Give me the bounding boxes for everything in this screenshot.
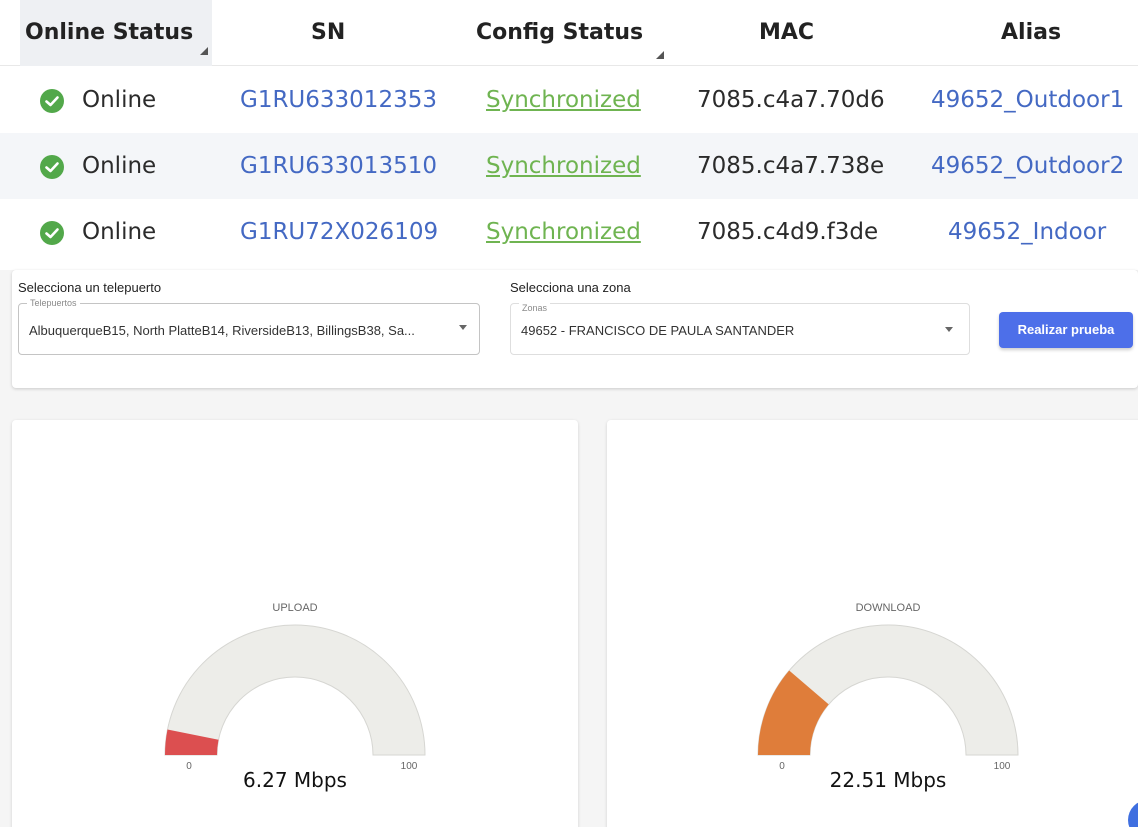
config-status-link[interactable]: Synchronized — [486, 199, 641, 265]
teleport-select-value: AlbuquerqueB15, North PlatteB14, Riversi… — [29, 323, 415, 338]
gauge-max-label: 100 — [994, 761, 1011, 772]
column-header-online-status[interactable]: Online Status — [20, 0, 212, 66]
table-header: Online Status SN Config Status MAC Alias — [0, 0, 1138, 66]
test-filter-card: Selecciona un telepuerto Telepuertos Alb… — [12, 270, 1138, 388]
column-header-sn[interactable]: SN — [311, 0, 345, 66]
check-circle-icon — [40, 221, 64, 245]
mac-address: 7085.c4d9.f3de — [697, 219, 879, 245]
upload-gauge-card: UPLOAD 0 100 6.27 Mbps — [12, 420, 578, 827]
serial-number-link[interactable]: G1RU72X026109 — [240, 199, 438, 265]
download-gauge-card: DOWNLOAD 0 100 22.51 Mbps — [607, 420, 1138, 827]
teleport-select[interactable]: Telepuertos AlbuquerqueB15, North Platte… — [18, 297, 480, 355]
zone-select-value: 49652 - FRANCISCO DE PAULA SANTANDER — [521, 323, 795, 338]
gauge-track — [164, 624, 426, 756]
alias-link[interactable]: 49652_Outdoor2 — [931, 133, 1124, 199]
zone-select-label: Selecciona una zona — [510, 280, 631, 295]
mac-address: 7085.c4a7.738e — [697, 153, 885, 179]
teleport-select-label: Selecciona un telepuerto — [18, 280, 162, 295]
column-header-label: Online Status — [25, 20, 194, 45]
column-header-label: Alias — [1001, 20, 1062, 45]
download-gauge: DOWNLOAD 0 100 22.51 Mbps — [757, 602, 1019, 792]
status-text: Online — [82, 87, 157, 113]
gauge-value: 22.51 Mbps — [830, 768, 947, 792]
alias-link[interactable]: 49652_Outdoor1 — [931, 67, 1124, 133]
dropdown-arrow-icon — [459, 325, 467, 330]
gauge-min-label: 0 — [186, 761, 192, 772]
gauge-min-label: 0 — [779, 761, 785, 772]
gauge-title: UPLOAD — [272, 602, 317, 614]
serial-number-link[interactable]: G1RU633013510 — [240, 133, 437, 199]
check-circle-icon — [40, 155, 64, 179]
device-table: Online Status SN Config Status MAC Alias… — [0, 0, 1138, 270]
serial-number-link[interactable]: G1RU633012353 — [240, 67, 437, 133]
column-header-label: Config Status — [476, 20, 644, 45]
sort-caret-icon — [200, 47, 208, 55]
status-text: Online — [82, 153, 157, 179]
column-header-mac[interactable]: MAC — [759, 0, 814, 66]
alias-link[interactable]: 49652_Indoor — [948, 199, 1106, 265]
sort-caret-icon — [656, 51, 664, 59]
app-root: Online Status SN Config Status MAC Alias… — [0, 0, 1138, 827]
table-row[interactable]: Online G1RU633013510 Synchronized 7085.c… — [0, 133, 1138, 199]
config-status-link[interactable]: Synchronized — [486, 133, 641, 199]
upload-gauge: UPLOAD 0 100 6.27 Mbps — [164, 602, 426, 792]
zone-select[interactable]: Zonas 49652 - FRANCISCO DE PAULA SANTAND… — [510, 302, 970, 355]
column-header-label: SN — [311, 20, 346, 45]
run-test-button[interactable]: Realizar prueba — [999, 312, 1133, 348]
column-header-alias[interactable]: Alias — [1001, 0, 1061, 66]
mac-address: 7085.c4a7.70d6 — [697, 87, 885, 113]
config-status-link[interactable]: Synchronized — [486, 67, 641, 133]
check-circle-icon — [40, 89, 64, 113]
teleport-select-legend: Telepuertos — [27, 297, 80, 309]
dropdown-arrow-icon — [945, 327, 953, 332]
gauge-value: 6.27 Mbps — [243, 768, 347, 792]
gauge-max-label: 100 — [401, 761, 418, 772]
column-header-config-status[interactable]: Config Status — [476, 0, 670, 66]
gauge-title: DOWNLOAD — [856, 602, 921, 614]
zone-select-legend: Zonas — [519, 302, 551, 314]
table-row[interactable]: Online G1RU72X026109 Synchronized 7085.c… — [0, 199, 1138, 265]
table-row[interactable]: Online G1RU633012353 Synchronized 7085.c… — [0, 67, 1138, 133]
status-text: Online — [82, 219, 157, 245]
column-header-label: MAC — [759, 20, 815, 45]
